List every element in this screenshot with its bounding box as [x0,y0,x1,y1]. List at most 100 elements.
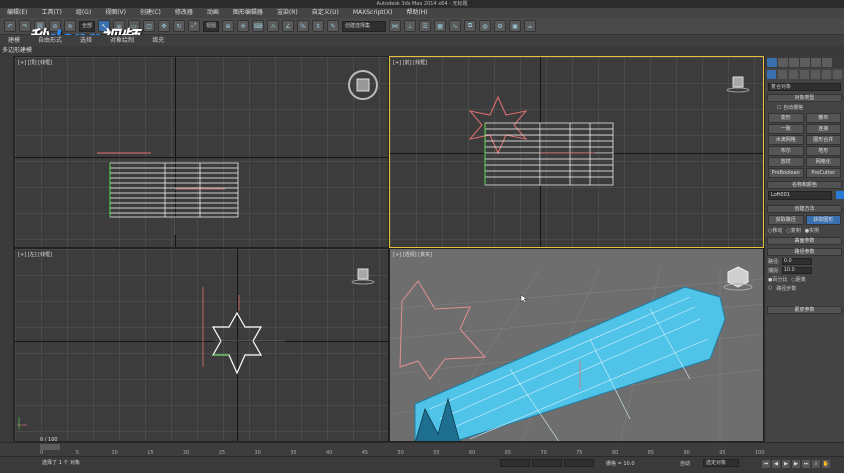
key-filter-dropdown[interactable]: 选定对象 [703,459,739,467]
schematic-icon[interactable]: ⧉ [464,20,477,32]
hierarchy-tab-icon[interactable] [789,58,799,67]
viewcube-icon[interactable] [722,265,754,293]
utilities-tab-icon[interactable] [822,58,832,67]
move-icon[interactable]: ✥ [158,20,171,32]
viewport-left[interactable]: [+] [左] [线框] [14,248,389,442]
copy-radio[interactable]: ○复制 [786,227,800,234]
curve-editor-icon[interactable]: ∿ [449,20,462,32]
menu-rendering[interactable]: 渲染(R) [270,8,305,18]
render-icon[interactable]: ☕ [524,20,537,32]
autogrid-checkbox[interactable]: ☐ 自动栅格 [777,104,832,111]
shapes-icon[interactable] [778,70,787,79]
path-value-input[interactable]: 0.0 [781,258,812,265]
scatter-button[interactable]: 散布 [805,113,841,123]
rotate-icon[interactable]: ↻ [173,20,186,32]
graphite-icon[interactable]: ▦ [434,20,447,32]
object-color-swatch[interactable] [836,190,844,199]
menu-maxscript[interactable]: MAXScript(X) [346,8,400,18]
helpers-icon[interactable] [811,70,820,79]
viewport-perspective[interactable]: [+] [透视] [真实] [389,248,764,442]
layer-icon[interactable]: ☰ [419,20,432,32]
lights-icon[interactable] [789,70,798,79]
cameras-icon[interactable] [800,70,809,79]
z-coord-input[interactable] [564,459,594,467]
ribbon-tab-freeform[interactable]: 自由形式 [38,35,62,46]
shapemerge-button[interactable]: 图形合并 [805,135,841,145]
viewport-top[interactable]: [+] [顶] [线框] [14,56,389,248]
reference-coord-dropdown[interactable]: 视图 [203,20,220,32]
align-icon[interactable]: ⊥ [404,20,417,32]
timeline[interactable]: 0 5 10 15 20 25 30 35 40 45 50 55 60 65 70 75 80 85 90 95 10… [0,442,844,456]
percent-snap-icon[interactable]: % [297,20,310,32]
mirror-icon[interactable]: ⋈ [389,20,402,32]
menu-customize[interactable]: 自定义(U) [305,8,346,18]
go-end-icon[interactable]: ⏭ [802,460,810,468]
category-dropdown[interactable]: 复合对象 [768,83,841,91]
prev-frame-icon[interactable]: ◀ [772,460,780,468]
spacewarps-icon[interactable] [822,70,831,79]
ribbon-tab-populate[interactable]: 填充 [152,35,164,46]
surface-params-rollout[interactable]: 曲面参数 [767,237,842,245]
menu-graph-editors[interactable]: 图形编辑器 [226,8,270,18]
object-name-input[interactable]: Loft001 [768,191,832,200]
manipulate-icon[interactable]: ✣ [237,20,250,32]
auto-key-button[interactable]: 自动 [680,460,690,467]
skin-params-rollout[interactable]: 蒙皮参数 [767,306,842,314]
pivot-icon[interactable]: ⊕ [222,20,235,32]
path-params-rollout[interactable]: 路径参数 [767,248,842,256]
boolean-button[interactable]: 布尔 [768,146,804,156]
snap-icon[interactable]: ∩ [267,20,280,32]
x-coord-input[interactable] [500,459,530,467]
window-crossing-icon[interactable]: ◫ [143,20,156,32]
proboolean-button[interactable]: ProBoolean [768,168,804,178]
modify-tab-icon[interactable] [778,58,788,67]
motion-tab-icon[interactable] [800,58,810,67]
distance-radio[interactable]: ○距离 [791,276,805,283]
display-tab-icon[interactable] [811,58,821,67]
pan-icon[interactable]: ✋ [822,460,830,468]
geometry-icon[interactable] [767,70,776,79]
material-editor-icon[interactable]: ◍ [479,20,492,32]
get-shape-button[interactable]: 获取图形 [805,215,841,225]
mesher-button[interactable]: 网格化 [805,157,841,167]
go-start-icon[interactable]: ⏮ [762,460,770,468]
creation-method-rollout[interactable]: 创建方法 [767,205,842,213]
viewcube-icon[interactable] [350,267,376,287]
name-color-rollout[interactable]: 名称和颜色 [767,181,842,189]
snap-value-input[interactable]: 10.0 [781,267,812,274]
play-icon[interactable]: ▶ [782,460,790,468]
spinner-snap-icon[interactable]: ⇕ [312,20,325,32]
terrain-button[interactable]: 地形 [805,146,841,156]
undo-icon[interactable]: ↶ [4,20,16,32]
conform-button[interactable]: 一致 [768,124,804,134]
move-radio[interactable]: ○移动 [768,227,782,234]
ribbon-tab-modeling[interactable]: 建模 [8,35,20,46]
scale-icon[interactable]: ⤢ [188,20,201,32]
named-selection-dropdown[interactable]: 创建选择集 [342,20,387,32]
loft-button[interactable]: 放样 [768,157,804,167]
connect-button[interactable]: 连接 [805,124,841,134]
ribbon-tab-object-paint[interactable]: 对象绘制 [110,35,134,46]
angle-snap-icon[interactable]: ∠ [282,20,295,32]
procutter-button[interactable]: ProCutter [805,168,841,178]
instance-radio[interactable]: ●实例 [805,227,819,234]
menu-modifiers[interactable]: 修改器 [168,8,200,18]
y-coord-input[interactable] [532,459,562,467]
object-type-rollout[interactable]: 对象类型 [767,94,842,102]
create-tab-icon[interactable] [767,58,777,67]
blobmesh-button[interactable]: 水滴网格 [768,135,804,145]
next-frame-icon[interactable]: ▶ [792,460,800,468]
render-frame-icon[interactable]: ▣ [509,20,522,32]
ribbon-tab-selection[interactable]: 选择 [80,35,92,46]
menu-edit[interactable]: 编辑(E) [0,8,34,18]
edit-named-sel-icon[interactable]: ✎ [327,20,340,32]
menu-animation[interactable]: 动画 [200,8,226,18]
menu-group[interactable]: 组(G) [69,8,98,18]
viewcube-icon[interactable] [347,69,379,101]
menu-views[interactable]: 视图(V) [98,8,133,18]
get-path-button[interactable]: 获取路径 [768,215,804,225]
percent-radio[interactable]: ●百分比 [768,276,787,283]
menu-tools[interactable]: 工具(T) [34,8,68,18]
path-steps-radio[interactable]: ○ 路径步数 [768,285,841,292]
morph-button[interactable]: 变形 [768,113,804,123]
